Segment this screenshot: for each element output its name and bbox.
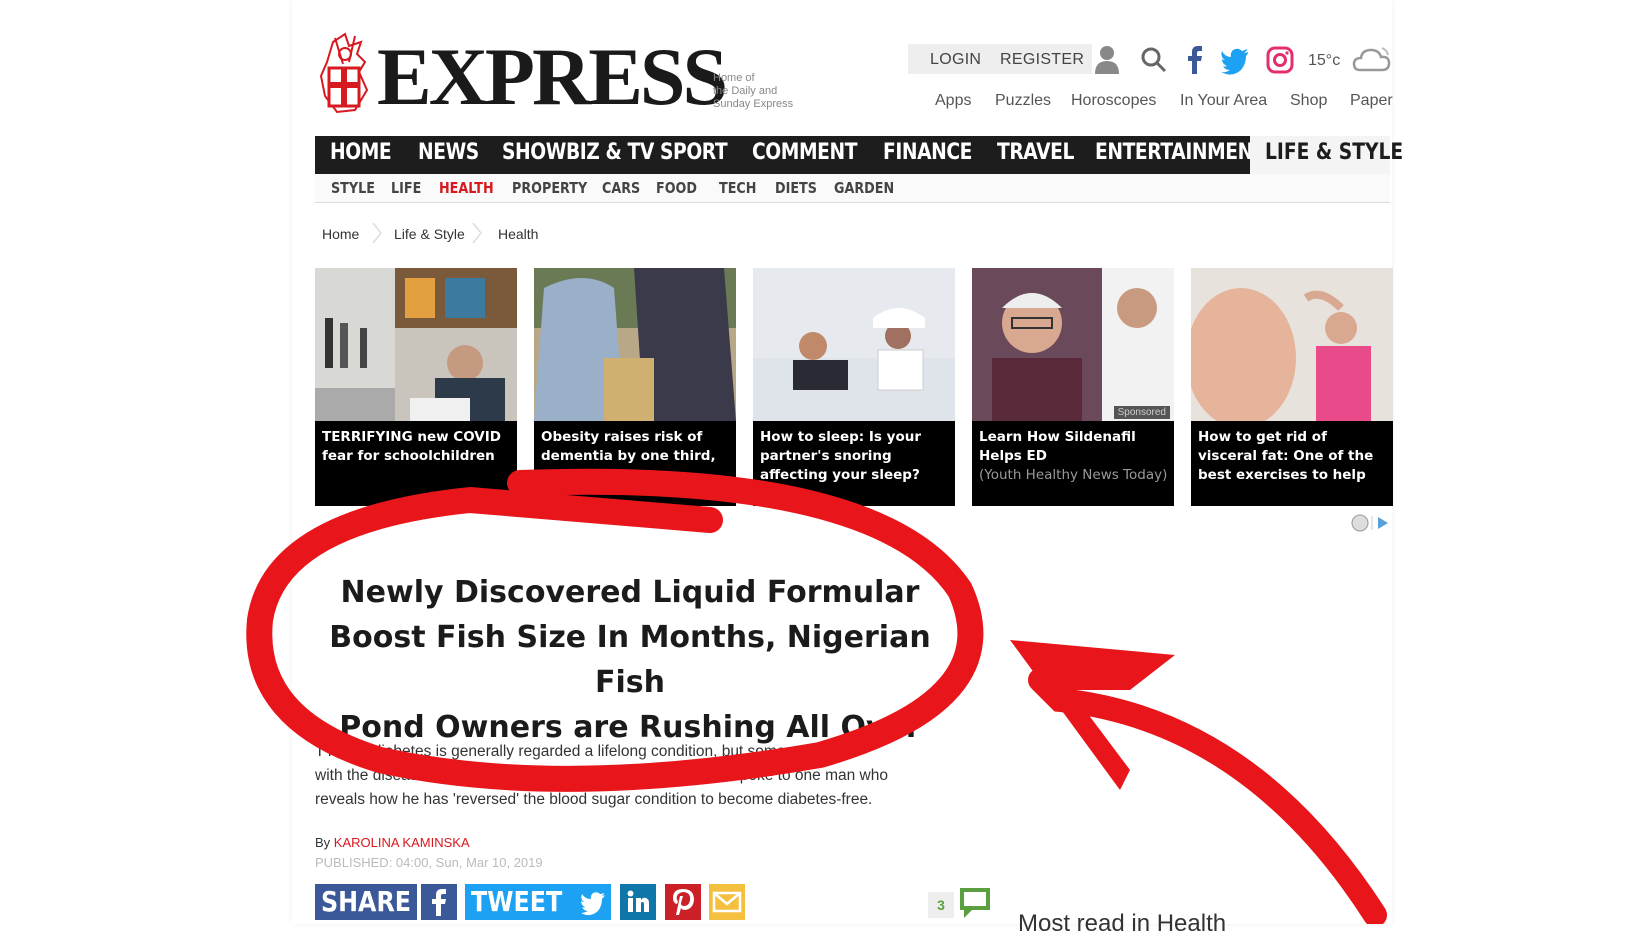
nav-finance[interactable]: FINANCE: [883, 140, 972, 165]
main-nav: HOME NEWS SHOWBIZ & TV SPORT COMMENT FIN…: [315, 136, 1403, 174]
nav-travel[interactable]: TRAVEL: [997, 140, 1074, 165]
published-date: PUBLISHED: 04:00, Sun, Mar 10, 2019: [315, 855, 543, 870]
story-card[interactable]: TERRIFYING new COVID fear for schoolchil…: [315, 268, 517, 506]
express-logo[interactable]: EXPRESS Home of the Daily and Sunday Exp…: [315, 30, 815, 122]
subnav-diets[interactable]: DIETS: [775, 179, 817, 197]
elderly-couple-image: [534, 268, 736, 421]
logo-tagline: Home of the Daily and Sunday Express: [713, 72, 794, 110]
nav-entertainment[interactable]: ENTERTAINMENT: [1095, 140, 1266, 165]
linkedin-icon[interactable]: [620, 884, 656, 920]
adchoices-icon[interactable]: [1350, 513, 1390, 533]
sponsored-badge: Sponsored: [1113, 406, 1170, 419]
comment-count: 3: [928, 892, 954, 918]
auth-box: LOGIN REGISTER: [908, 44, 1092, 74]
comments-button[interactable]: 3: [928, 886, 992, 920]
utility-bar: LOGIN REGISTER 15°c: [908, 44, 1398, 78]
register-link[interactable]: REGISTER: [1000, 51, 1084, 69]
subnav-style[interactable]: STYLE: [331, 179, 375, 197]
email-icon[interactable]: [709, 884, 745, 920]
breadcrumb-home[interactable]: Home: [322, 226, 359, 242]
instagram-icon[interactable]: [1266, 44, 1294, 76]
nav-showbiz[interactable]: SHOWBIZ & TV: [502, 140, 654, 165]
exercise-image: [1191, 268, 1393, 421]
paper-link[interactable]: Paper: [1350, 92, 1393, 110]
breadcrumb-life-style[interactable]: Life & Style: [394, 226, 465, 242]
pinterest-icon[interactable]: [665, 884, 701, 920]
nav-comment[interactable]: COMMENT: [752, 140, 857, 165]
share-button[interactable]: SHARE: [315, 884, 417, 920]
apps-link[interactable]: Apps: [935, 92, 971, 110]
doctor-patient-image: [972, 268, 1174, 421]
facebook-icon[interactable]: [421, 884, 457, 920]
in-your-area-link[interactable]: In Your Area: [1180, 92, 1267, 110]
subnav-food[interactable]: FOOD: [656, 179, 697, 197]
temperature-readout: 15°c: [1308, 52, 1341, 69]
article-headline: Newly Discovered Liquid Formular Boost F…: [329, 575, 931, 745]
story-card[interactable]: Obesity raises risk of dementia by one t…: [534, 268, 736, 506]
chevron-right-icon: [372, 222, 382, 244]
tweet-button[interactable]: TWEET: [465, 884, 575, 920]
school-corridor-image: [315, 268, 517, 421]
story-card[interactable]: How to sleep: Is your partner's snoring …: [753, 268, 955, 506]
sponsor-source: (Youth Healthy News Today): [979, 467, 1168, 483]
subnav-tech[interactable]: TECH: [719, 179, 756, 197]
nav-sport[interactable]: SPORT: [660, 140, 728, 165]
logo-wordmark: EXPRESS: [377, 31, 728, 122]
story-card[interactable]: How to get rid of visceral fat: One of t…: [1191, 268, 1393, 506]
byline: By KAROLINA KAMINSKA: [315, 835, 470, 850]
story-caption[interactable]: How to get rid of visceral fat: One of t…: [1198, 428, 1388, 488]
author-link[interactable]: KAROLINA KAMINSKA: [334, 835, 470, 850]
subnav-garden[interactable]: GARDEN: [834, 179, 894, 197]
nav-news[interactable]: NEWS: [418, 140, 479, 165]
article-standfirst: TYPE 2 diabetes is generally regarded a …: [315, 743, 888, 808]
puzzles-link[interactable]: Puzzles: [995, 92, 1051, 110]
subnav-cars[interactable]: CARS: [602, 179, 640, 197]
story-caption[interactable]: How to sleep: Is your partner's snoring …: [760, 428, 950, 488]
most-read-heading: Most read in Health: [1018, 910, 1227, 937]
story-caption[interactable]: Learn How Sildenafil Helps ED (Youth Hea…: [979, 428, 1169, 488]
story-caption[interactable]: Obesity raises risk of dementia by one t…: [541, 428, 731, 488]
subnav-health[interactable]: HEALTH: [439, 179, 494, 197]
couple-sleeping-image: [753, 268, 955, 421]
login-link[interactable]: LOGIN: [930, 51, 981, 69]
nav-home[interactable]: HOME: [330, 140, 392, 165]
sponsored-card[interactable]: Sponsored Learn How Sildenafil Helps ED …: [972, 268, 1174, 506]
chevron-right-icon: [472, 222, 482, 244]
search-icon[interactable]: [1140, 44, 1168, 76]
facebook-icon[interactable]: [1186, 44, 1204, 76]
horoscopes-link[interactable]: Horoscopes: [1071, 92, 1156, 110]
twitter-icon[interactable]: [575, 884, 611, 920]
shop-link[interactable]: Shop: [1290, 92, 1327, 110]
subnav-life[interactable]: LIFE: [391, 179, 421, 197]
weather-cloud-icon: [1352, 47, 1391, 72]
nav-life-style[interactable]: LIFE & STYLE: [1250, 136, 1403, 174]
crusader-crest-icon: [319, 32, 369, 114]
twitter-icon[interactable]: [1220, 44, 1250, 76]
story-caption[interactable]: TERRIFYING new COVID fear for schoolchil…: [322, 428, 512, 488]
sub-nav: STYLE LIFE HEALTH PROPERTY CARS FOOD TEC…: [315, 174, 1390, 203]
speech-bubble-icon: [960, 888, 990, 918]
breadcrumb-health[interactable]: Health: [498, 226, 538, 242]
subnav-property[interactable]: PROPERTY: [512, 179, 587, 197]
user-icon[interactable]: [1094, 44, 1120, 76]
